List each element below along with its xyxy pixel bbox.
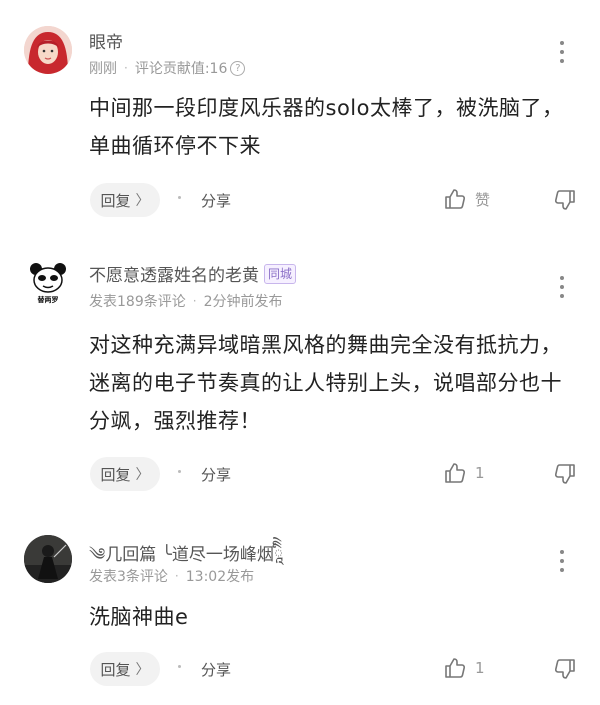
meta-separator: · xyxy=(192,294,197,308)
meta-separator: · xyxy=(174,569,179,583)
avatar-caption: 替两罗 xyxy=(37,296,59,304)
comment-meta: 发表189条评论 · 2分钟前发布 xyxy=(89,291,282,311)
action-row: 回复 〉 分享 1 xyxy=(0,652,600,686)
like-button[interactable]: 1 xyxy=(443,461,485,485)
like-count: 1 xyxy=(475,659,485,677)
thumbs-down-icon xyxy=(554,190,575,210)
reply-label: 回复 xyxy=(100,660,131,679)
action-row: 回复 〉 分享 赞 xyxy=(0,183,600,217)
thumbs-up-icon xyxy=(445,658,466,678)
action-row: 回复 〉 分享 1 xyxy=(0,457,600,491)
comment-meta: 发表3条评论 · 13:02发布 xyxy=(89,566,254,586)
author-name[interactable]: 不愿意透露姓名的老黄 xyxy=(89,261,259,286)
contribution-value: 评论贡献值:16 xyxy=(134,61,228,77)
like-count: 1 xyxy=(475,464,485,482)
comment-line: 对这种充满异域暗黑风格的舞曲完全没有抵抗力， xyxy=(89,333,562,357)
post-count: 发表189条评论 xyxy=(89,294,186,310)
author-name[interactable]: 眼帝 xyxy=(89,28,123,53)
chevron-right-icon: 〉 xyxy=(135,467,150,483)
thumbs-down-icon xyxy=(554,659,575,679)
comment-text: 对这种充满异域暗黑风格的舞曲完全没有抵抗力， 迷离的电子节奏真的让人特别上头，说… xyxy=(89,326,589,440)
timestamp: 2分钟前发布 xyxy=(203,294,283,310)
share-button[interactable]: 分享 xyxy=(201,464,231,485)
reply-button[interactable]: 回复 〉 xyxy=(90,652,160,686)
comment-text: 中间那一段印度风乐器的solo太棒了，被洗脑了， 单曲循环停不下来 xyxy=(89,89,589,165)
help-icon[interactable]: ? xyxy=(230,60,246,76)
comment-line: 中间那一段印度风乐器的solo太棒了，被洗脑了， xyxy=(89,96,564,120)
dislike-button[interactable] xyxy=(553,188,577,216)
avatar[interactable] xyxy=(24,535,72,583)
share-button[interactable]: 分享 xyxy=(201,659,231,680)
thumbs-up-icon xyxy=(445,463,466,483)
comment-line: 单曲循环停不下来 xyxy=(89,134,261,158)
timestamp: 刚刚 xyxy=(89,61,117,77)
chevron-right-icon: 〉 xyxy=(135,193,150,209)
thumbs-up-icon xyxy=(445,189,466,209)
dislike-button[interactable] xyxy=(553,462,577,490)
dislike-button[interactable] xyxy=(553,657,577,685)
author-line: 眼帝 xyxy=(89,28,123,53)
avatar[interactable] xyxy=(24,26,72,74)
author-line: 不愿意透露姓名的老黄 同城 xyxy=(89,261,297,286)
comment-meta: 刚刚 · 评论贡献值:16 ? xyxy=(89,58,246,78)
same-city-badge: 同城 xyxy=(264,263,297,284)
more-options-icon[interactable] xyxy=(552,273,572,301)
like-button[interactable]: 1 xyxy=(443,656,485,680)
separator-dot xyxy=(178,470,181,473)
reply-button[interactable]: 回复 〉 xyxy=(90,183,160,217)
separator-dot xyxy=(178,665,181,668)
reply-button[interactable]: 回复 〉 xyxy=(90,457,160,491)
avatar[interactable]: 替两罗 xyxy=(24,258,72,306)
reply-label: 回复 xyxy=(100,465,131,484)
chevron-right-icon: 〉 xyxy=(135,662,150,678)
comment-line: 分飒，强烈推荐！ xyxy=(89,409,261,433)
reply-label: 回复 xyxy=(100,191,131,210)
comment-line: 洗脑神曲e xyxy=(89,605,189,629)
thumbs-down-icon xyxy=(554,464,575,484)
separator-dot xyxy=(178,196,181,199)
share-button[interactable]: 分享 xyxy=(201,190,231,211)
more-options-icon[interactable] xyxy=(552,38,572,66)
timestamp: 13:02发布 xyxy=(185,569,255,585)
post-count: 发表3条评论 xyxy=(89,569,168,585)
like-count: 赞 xyxy=(475,190,491,209)
like-button[interactable]: 赞 xyxy=(443,187,490,211)
comment-line: 迷离的电子节奏真的让人特别上头，说唱部分也十 xyxy=(89,371,562,395)
meta-separator: · xyxy=(124,61,128,75)
more-options-icon[interactable] xyxy=(552,547,572,575)
comment-text: 洗脑神曲e xyxy=(89,598,589,636)
